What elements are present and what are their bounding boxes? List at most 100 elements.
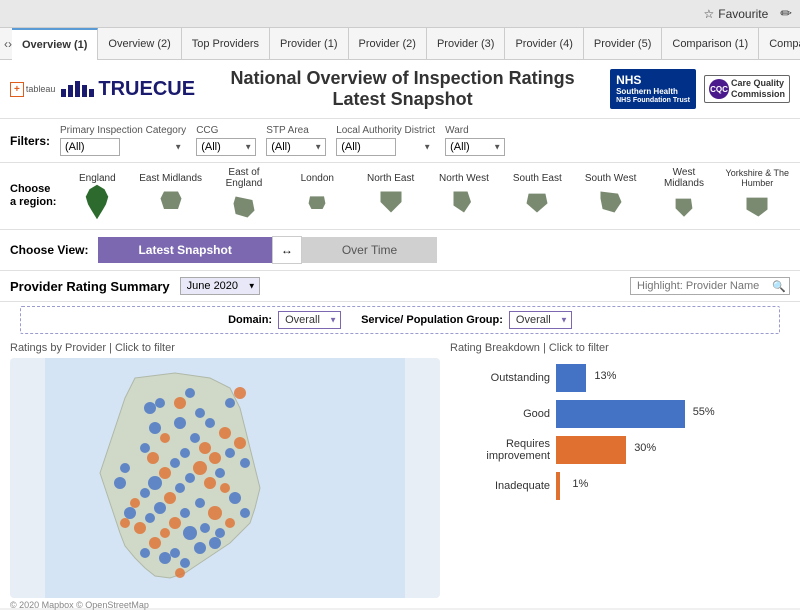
region-north-west[interactable]: North West xyxy=(431,173,496,220)
bar-row-inadequate[interactable]: Inadequate 1% xyxy=(450,472,790,500)
stp-label: STP Area xyxy=(266,125,326,136)
primary-cat-label: Primary Inspection Category xyxy=(60,125,186,136)
truecue-bars-icon xyxy=(61,81,94,97)
chart-title[interactable]: Rating Breakdown | Click to filter xyxy=(450,342,790,354)
top-bar: ☆ Favourite ✏ xyxy=(0,0,800,28)
region-west-midlands-label: West Midlands xyxy=(651,167,716,189)
requires-bar-container: 30% xyxy=(556,436,790,464)
highlight-input[interactable] xyxy=(630,277,790,295)
tab-provider-5[interactable]: Provider (5) xyxy=(584,28,662,60)
tab-provider-2[interactable]: Provider (2) xyxy=(349,28,427,60)
favourite-button[interactable]: ☆ Favourite xyxy=(703,7,768,21)
outstanding-bar xyxy=(556,364,586,392)
region-yorkshire-map xyxy=(739,188,775,224)
logo-area: + tableau TRUECUE xyxy=(10,78,195,101)
region-yorkshire[interactable]: Yorkshire & The Humber xyxy=(725,168,790,224)
view-row: Choose View: Latest Snapshot ↔ Over Time xyxy=(0,230,800,271)
region-north-east[interactable]: North East xyxy=(358,173,423,220)
region-south-west[interactable]: South West xyxy=(578,173,643,220)
inadequate-bar xyxy=(556,472,560,500)
domain-group: Domain: Overall xyxy=(228,311,341,329)
inadequate-value: 1% xyxy=(572,478,588,490)
region-north-east-label: North East xyxy=(367,173,414,184)
primary-cat-filter: Primary Inspection Category (All) xyxy=(60,125,186,156)
service-select[interactable]: Overall xyxy=(509,311,572,329)
main-content: + tableau TRUECUE National Overview of I… xyxy=(0,60,800,608)
inadequate-bar-container: 1% xyxy=(556,472,790,500)
nhs-text: NHS xyxy=(616,73,690,87)
search-icon: 🔍 xyxy=(772,280,786,293)
page-header: + tableau TRUECUE National Overview of I… xyxy=(0,60,800,119)
tableau-plus-icon: + xyxy=(10,82,24,97)
map-title[interactable]: Ratings by Provider | Click to filter xyxy=(10,342,440,354)
primary-cat-select[interactable]: (All) xyxy=(60,138,120,156)
requires-value: 30% xyxy=(634,442,656,454)
tab-comparison-1[interactable]: Comparison (1) xyxy=(662,28,759,60)
region-north-west-label: North West xyxy=(439,173,489,184)
nav-tabs: ‹ › Overview (1) Overview (2) Top Provid… xyxy=(0,28,800,60)
region-london-map xyxy=(299,184,335,220)
tab-provider-3[interactable]: Provider (3) xyxy=(427,28,505,60)
region-south-east-label: South East xyxy=(513,173,562,184)
region-london-label: London xyxy=(301,173,334,184)
region-england-map xyxy=(79,184,115,220)
filters-row: Filters: Primary Inspection Category (Al… xyxy=(0,119,800,163)
region-south-east[interactable]: South East xyxy=(505,173,570,220)
ccg-select[interactable]: (All) xyxy=(196,138,256,156)
good-bar-container: 55% xyxy=(556,400,790,428)
region-south-west-label: South West xyxy=(585,173,637,184)
cqc-text: Care QualityCommission xyxy=(731,78,785,100)
region-west-midlands[interactable]: West Midlands xyxy=(651,167,716,225)
ccg-label: CCG xyxy=(196,125,256,136)
region-south-east-map xyxy=(519,184,555,220)
tab-provider-1[interactable]: Provider (1) xyxy=(270,28,348,60)
charts-area: Ratings by Provider | Click to filter xyxy=(0,338,800,608)
chart-section: Rating Breakdown | Click to filter Outst… xyxy=(450,342,790,604)
bar-row-requires[interactable]: Requires improvement 30% xyxy=(450,436,790,464)
outstanding-bar-container: 13% xyxy=(556,364,790,392)
map-copyright: © 2020 Mapbox © OpenStreetMap xyxy=(10,600,440,610)
domain-row: Domain: Overall Service/ Population Grou… xyxy=(20,306,780,334)
nhs-trust-text: NHS Foundation Trust xyxy=(616,97,690,105)
domain-select[interactable]: Overall xyxy=(278,311,341,329)
tab-provider-4[interactable]: Provider (4) xyxy=(505,28,583,60)
region-south-west-map xyxy=(593,184,629,220)
region-west-midlands-map xyxy=(666,189,702,225)
region-england[interactable]: England xyxy=(65,173,130,220)
tab-comparison-2[interactable]: Comparison (2) xyxy=(759,28,800,60)
bar-row-outstanding[interactable]: Outstanding 13% xyxy=(450,364,790,392)
local-auth-select-wrapper: (All) xyxy=(336,138,435,156)
tab-top-providers[interactable]: Top Providers xyxy=(182,28,270,60)
region-london[interactable]: London xyxy=(285,173,350,220)
region-north-west-map xyxy=(446,184,482,220)
service-label: Service/ Population Group: xyxy=(361,314,503,326)
date-select[interactable]: June 2020 xyxy=(180,277,260,295)
ccg-filter: CCG (All) xyxy=(196,125,256,156)
map-container[interactable] xyxy=(10,358,440,598)
domain-label: Domain: xyxy=(228,314,272,326)
ward-select[interactable]: (All) xyxy=(445,138,505,156)
view-buttons: Latest Snapshot ↔ Over Time xyxy=(98,236,437,264)
rating-summary-header: Provider Rating Summary June 2020 🔍 xyxy=(0,271,800,302)
edit-button[interactable]: ✏ xyxy=(780,5,792,22)
latest-snapshot-button[interactable]: Latest Snapshot xyxy=(98,237,271,263)
service-select-wrapper: Overall xyxy=(509,311,572,329)
good-bar xyxy=(556,400,685,428)
stp-select[interactable]: (All) xyxy=(266,138,326,156)
region-east-midlands[interactable]: East Midlands xyxy=(138,173,203,220)
local-auth-select[interactable]: (All) xyxy=(336,138,396,156)
tab-overview-1[interactable]: Overview (1) xyxy=(12,28,98,60)
stp-select-wrapper: (All) xyxy=(266,138,326,156)
star-icon: ☆ xyxy=(703,7,714,21)
bar-row-good[interactable]: Good 55% xyxy=(450,400,790,428)
over-time-button[interactable]: Over Time xyxy=(302,237,437,263)
outstanding-label: Outstanding xyxy=(450,372,550,384)
region-east-england[interactable]: East of England xyxy=(211,167,276,225)
map-section: Ratings by Provider | Click to filter xyxy=(10,342,440,604)
region-east-england-label: East of England xyxy=(211,167,276,189)
outstanding-value: 13% xyxy=(594,370,616,382)
tab-overview-2[interactable]: Overview (2) xyxy=(98,28,181,60)
requires-label: Requires improvement xyxy=(450,438,550,462)
ccg-select-wrapper: (All) xyxy=(196,138,256,156)
rating-summary-title: Provider Rating Summary xyxy=(10,279,170,294)
